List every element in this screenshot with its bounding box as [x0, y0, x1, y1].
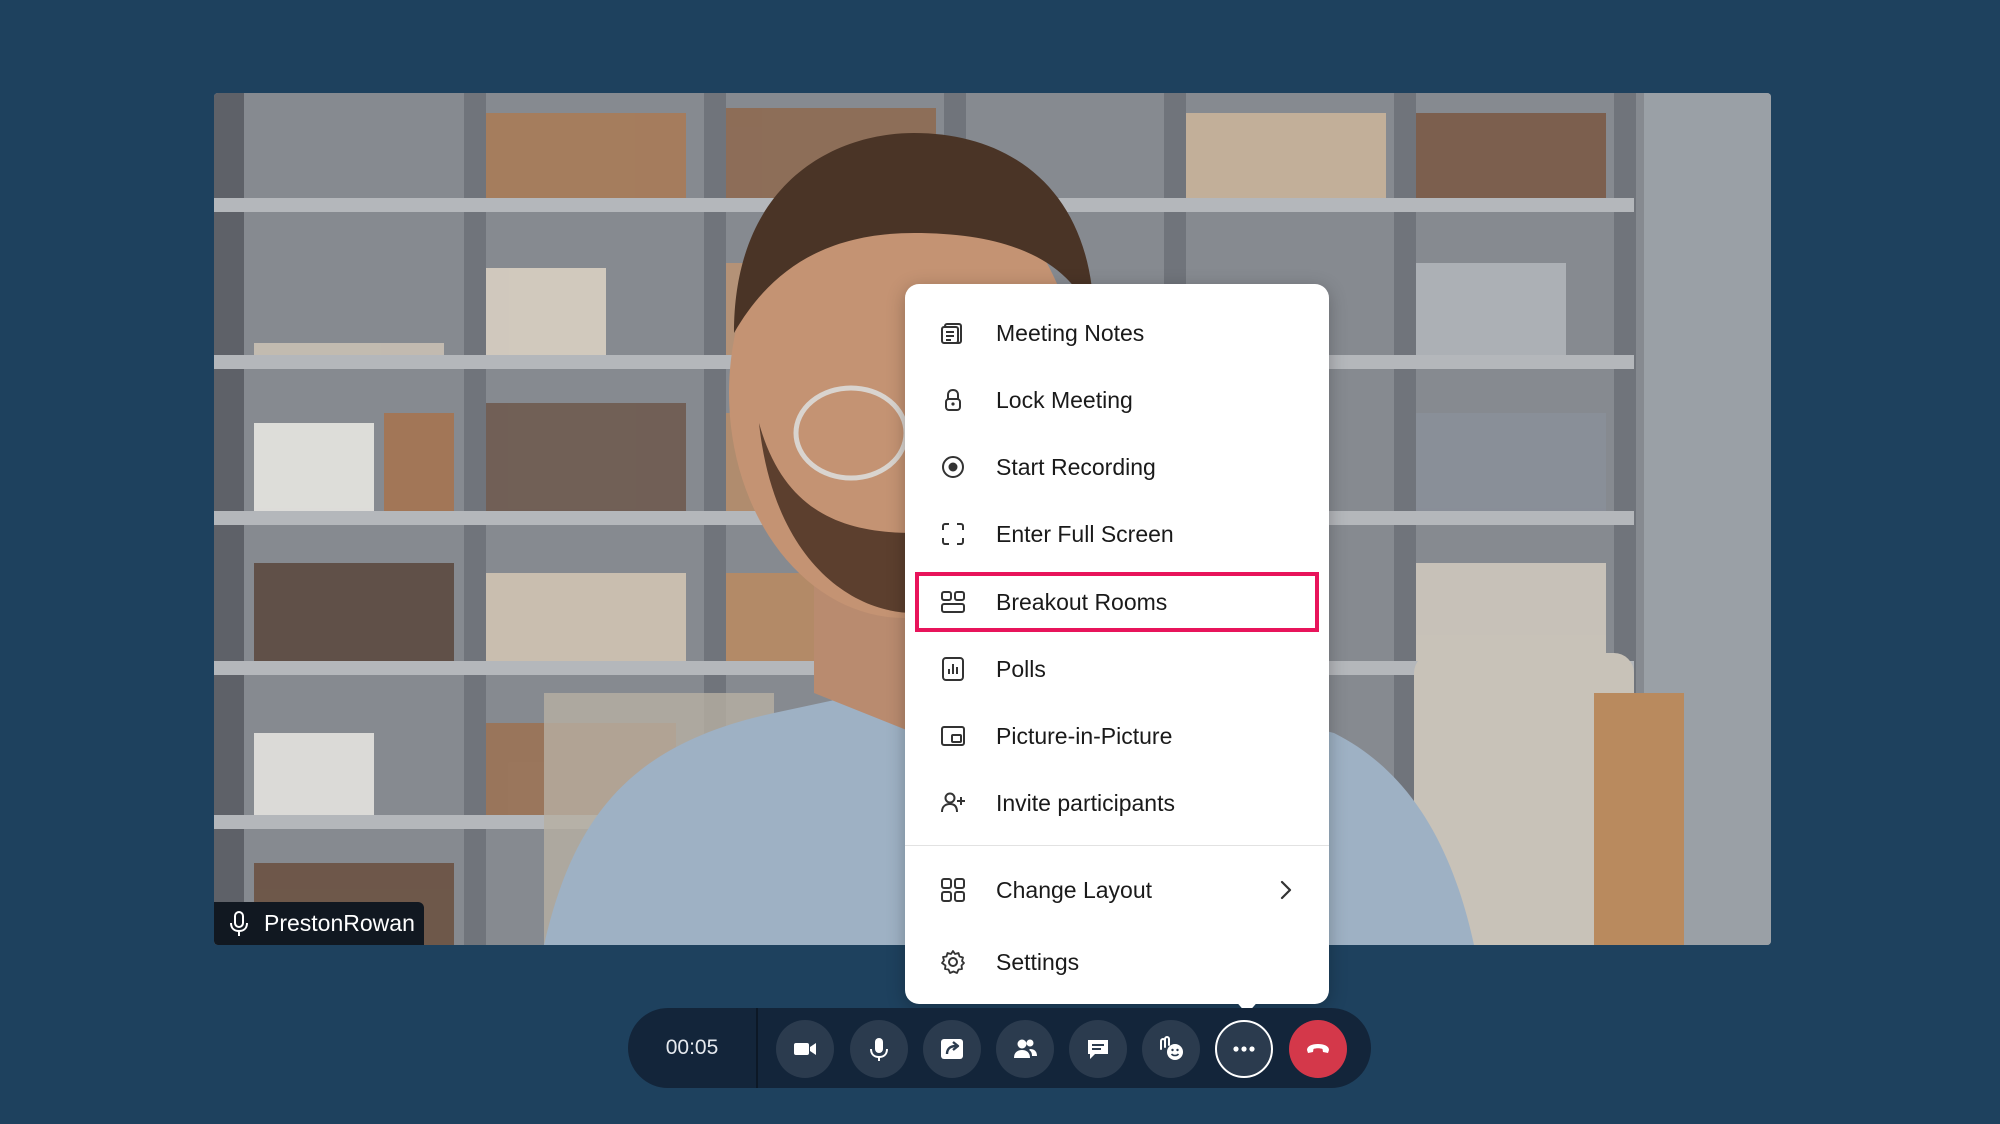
toolbar-separator: [756, 1008, 758, 1088]
menu-item-picture-in-picture[interactable]: Picture-in-Picture: [905, 706, 1329, 766]
grid-layout-icon: [940, 877, 966, 903]
menu-item-label: Start Recording: [996, 453, 1156, 480]
menu-item-meeting-notes[interactable]: Meeting Notes: [905, 303, 1329, 363]
menu-item-breakout-rooms[interactable]: Breakout Rooms: [905, 572, 1329, 632]
microphone-button[interactable]: [850, 1020, 908, 1078]
menu-item-invite-participants[interactable]: Invite participants: [905, 773, 1329, 833]
menu-item-start-recording[interactable]: Start Recording: [905, 437, 1329, 497]
reactions-button[interactable]: [1142, 1020, 1200, 1078]
menu-item-label: Polls: [996, 655, 1046, 682]
chat-icon: [1088, 1040, 1108, 1059]
menu-item-label: Change Layout: [996, 876, 1153, 903]
fullscreen-icon: [940, 521, 966, 547]
picture-in-picture-icon: [940, 723, 966, 749]
gear-icon: [940, 949, 966, 975]
end-call-button[interactable]: [1289, 1020, 1347, 1078]
more-dots-icon: [1233, 1046, 1255, 1052]
chat-button[interactable]: [1069, 1020, 1127, 1078]
participants-icon: [1014, 1039, 1037, 1058]
menu-item-settings[interactable]: Settings: [905, 932, 1329, 992]
notes-icon: [940, 320, 966, 346]
more-options-button[interactable]: [1215, 1020, 1273, 1078]
video-camera-icon: [794, 1043, 816, 1055]
polls-icon: [940, 656, 966, 682]
participant-name: PrestonRowan: [264, 910, 415, 936]
record-icon: [940, 454, 966, 480]
call-toolbar: 00:05: [628, 1008, 1371, 1088]
share-screen-button[interactable]: [923, 1020, 981, 1078]
menu-item-label: Lock Meeting: [996, 386, 1133, 413]
breakout-rooms-icon: [940, 589, 966, 615]
participants-button[interactable]: [996, 1020, 1054, 1078]
menu-item-label: Picture-in-Picture: [996, 722, 1173, 749]
lock-icon: [940, 387, 966, 413]
participant-name-tag: PrestonRowan: [214, 902, 424, 945]
share-screen-icon: [941, 1039, 963, 1059]
chevron-right-icon: [1280, 880, 1292, 900]
menu-item-polls[interactable]: Polls: [905, 639, 1329, 699]
microphone-icon: [230, 910, 248, 936]
menu-item-label: Meeting Notes: [996, 319, 1145, 346]
raise-hand-reaction-icon: [1160, 1035, 1183, 1060]
camera-button[interactable]: [776, 1020, 834, 1078]
more-options-menu: Meeting Notes Lock Meeting Start Recordi…: [905, 284, 1329, 1004]
microphone-icon: [870, 1038, 888, 1061]
menu-item-label: Settings: [996, 948, 1080, 975]
menu-item-label: Breakout Rooms: [996, 588, 1168, 615]
hang-up-icon: [1307, 1044, 1329, 1053]
menu-item-lock-meeting[interactable]: Lock Meeting: [905, 370, 1329, 430]
menu-item-label: Enter Full Screen: [996, 520, 1174, 547]
menu-item-enter-full-screen[interactable]: Enter Full Screen: [905, 504, 1329, 564]
menu-item-label: Invite participants: [996, 789, 1175, 816]
call-timer: 00:05: [665, 1036, 719, 1059]
invite-participant-icon: [940, 790, 966, 816]
menu-item-change-layout[interactable]: Change Layout: [905, 860, 1329, 920]
menu-divider: [905, 845, 1329, 846]
